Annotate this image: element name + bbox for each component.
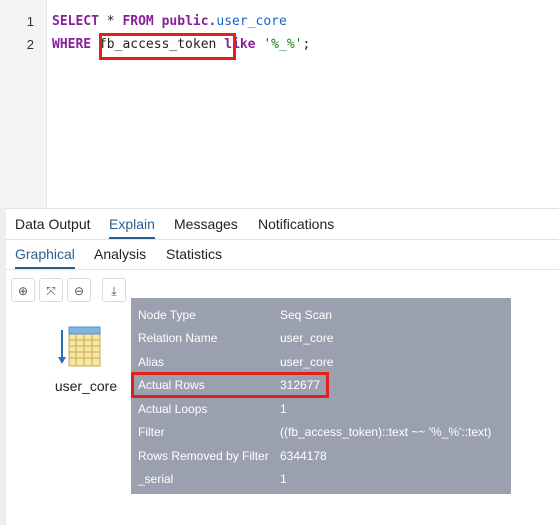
tooltip-key: Relation Name: [138, 331, 218, 345]
tooltip-value: Seq Scan: [280, 308, 333, 322]
line-number: 1: [26, 14, 34, 29]
keyword: FROM: [122, 14, 154, 29]
tooltip-key: Alias: [138, 355, 165, 369]
tooltip-row: Alias user_core: [138, 352, 333, 372]
operator: *: [98, 14, 123, 29]
fit-screen-icon: ⤧: [46, 284, 56, 298]
fit-screen-button[interactable]: ⤧: [39, 278, 63, 302]
zoom-out-icon: ⊖: [73, 284, 85, 298]
tab-analysis[interactable]: Analysis: [94, 239, 146, 269]
semicolon: ;: [302, 37, 311, 52]
schema-name: public.: [153, 14, 217, 29]
node-label: user_core: [54, 378, 118, 394]
zoom-in-icon: ⊕: [17, 284, 29, 298]
tab-data-output[interactable]: Data Output: [15, 209, 91, 239]
highlight-box-actual-rows: [131, 372, 329, 398]
table-name: user_core: [216, 14, 287, 29]
zoom-out-button[interactable]: ⊖: [67, 278, 91, 302]
tab-messages[interactable]: Messages: [174, 209, 238, 239]
tooltip-key: Node Type: [138, 308, 196, 322]
explain-tabs: Graphical Analysis Statistics: [6, 239, 559, 270]
seq-scan-node-icon[interactable]: [58, 326, 104, 373]
tab-statistics[interactable]: Statistics: [166, 239, 222, 269]
tooltip-value: 1: [280, 472, 287, 486]
tooltip-row: _serial 1: [138, 469, 287, 489]
tab-explain[interactable]: Explain: [109, 209, 155, 239]
tooltip-row: Rows Removed by Filter 6344178: [138, 446, 327, 466]
keyword: SELECT: [52, 14, 99, 29]
tooltip-row: Node Type Seq Scan: [138, 305, 332, 325]
tooltip-value: ((fb_access_token)::text ~~ '%_%'::text): [280, 425, 492, 439]
tooltip-key: _serial: [138, 472, 174, 486]
tooltip-value: user_core: [280, 355, 334, 369]
tooltip-key: Filter: [138, 425, 165, 439]
highlight-box-column: [99, 33, 236, 60]
tooltip-value: 1: [280, 402, 287, 416]
string-literal: '%_%': [263, 37, 303, 52]
tab-graphical[interactable]: Graphical: [15, 239, 75, 269]
line-gutter: [0, 0, 47, 208]
tooltip-value: user_core: [280, 331, 334, 345]
keyword: WHERE: [52, 37, 92, 52]
tooltip-row: Filter ((fb_access_token)::text ~~ '%_%':…: [138, 422, 491, 442]
download-icon: ⤓: [111, 284, 117, 298]
sql-editor[interactable]: 1 2 SELECT * FROM public.user_core WHERE…: [0, 0, 559, 208]
tooltip-row: Actual Loops 1: [138, 399, 287, 419]
tab-notifications[interactable]: Notifications: [258, 209, 334, 239]
line-number: 2: [26, 37, 34, 52]
tooltip-key: Actual Loops: [138, 402, 208, 416]
code-line-1[interactable]: SELECT * FROM public.user_core: [52, 14, 287, 29]
tooltip-key: Rows Removed by Filter: [138, 449, 269, 463]
result-tabs: Data Output Explain Messages Notificatio…: [6, 208, 559, 240]
tooltip-value: 6344178: [280, 449, 327, 463]
tooltip-row: Relation Name user_core: [138, 328, 333, 348]
download-button[interactable]: ⤓: [102, 278, 126, 302]
zoom-in-button[interactable]: ⊕: [11, 278, 35, 302]
